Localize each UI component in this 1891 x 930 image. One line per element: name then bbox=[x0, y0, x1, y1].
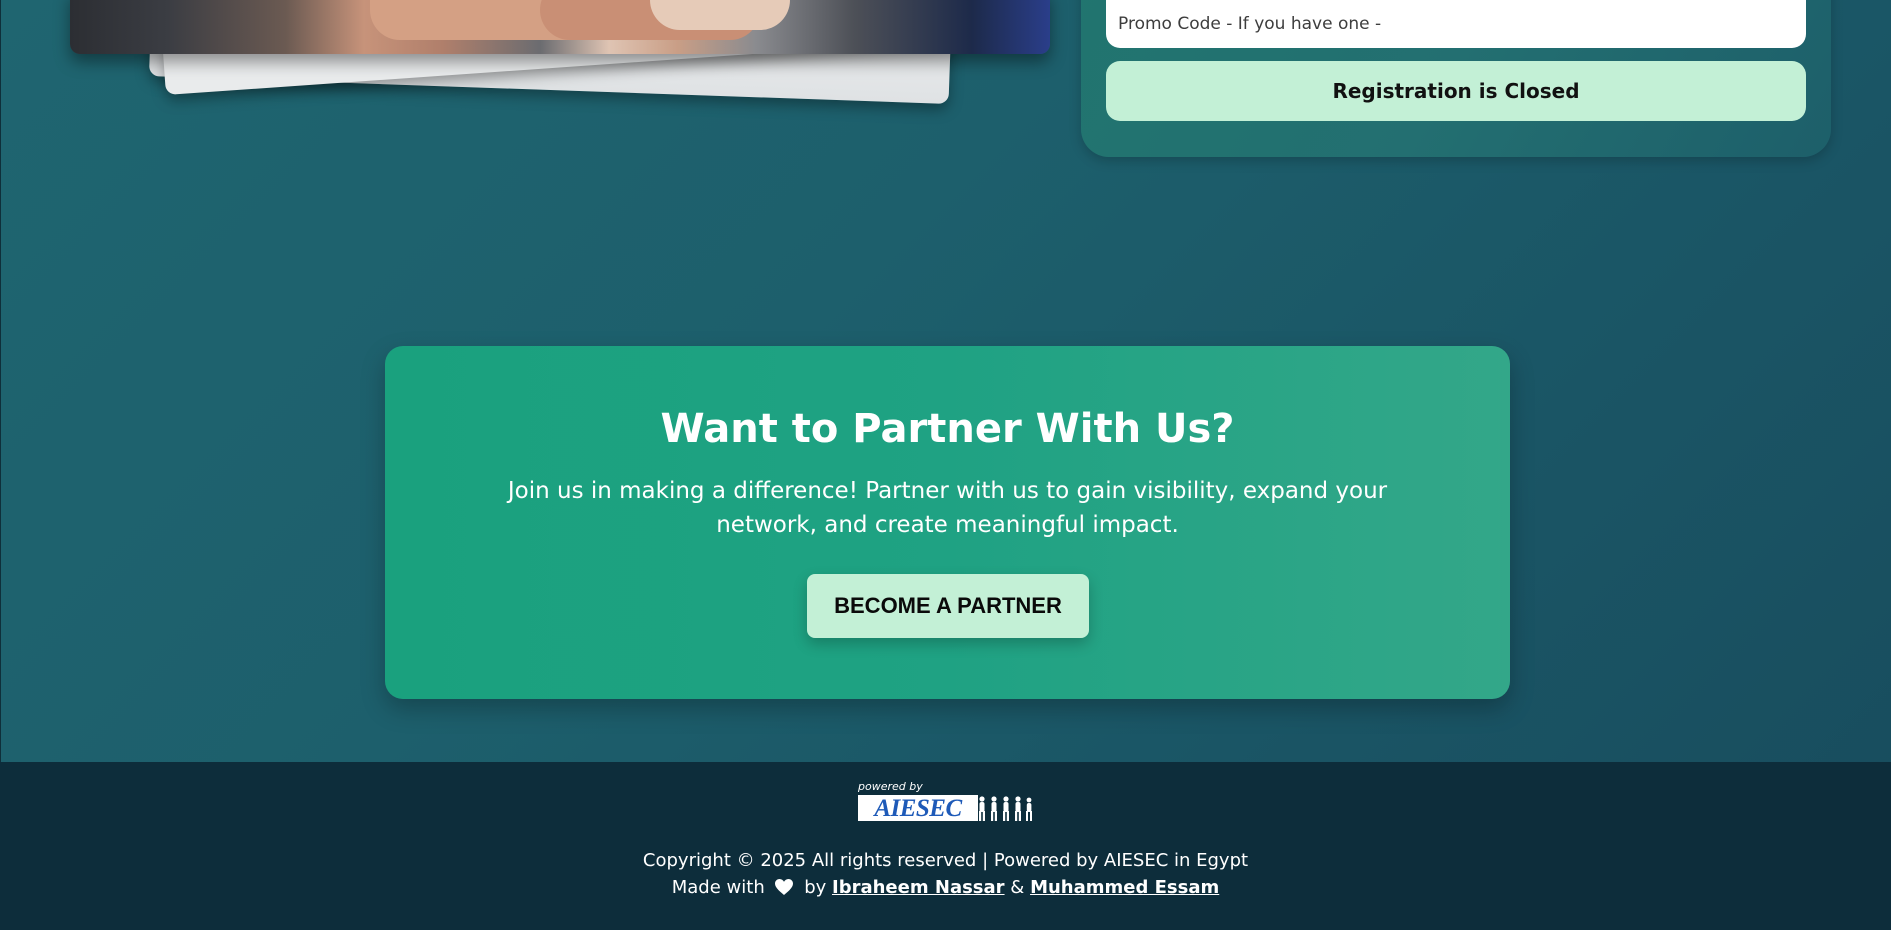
heart-icon bbox=[775, 879, 794, 895]
author-link-ibraheem[interactable]: Ibraheem Nassar bbox=[832, 877, 1005, 898]
footer: powered by AIESEC Copyright © 2025 All r… bbox=[0, 762, 1891, 930]
become-partner-button[interactable]: BECOME A PARTNER bbox=[807, 574, 1089, 638]
registration-closed-button[interactable]: Registration is Closed bbox=[1106, 61, 1806, 121]
author-link-muhammed[interactable]: Muhammed Essam bbox=[1030, 877, 1219, 898]
page-background: Registration is Closed Want to Partner W… bbox=[0, 0, 1891, 762]
ampersand: & bbox=[1010, 877, 1025, 898]
people-silhouette-icon bbox=[979, 796, 1032, 821]
aiesec-logo[interactable]: powered by AIESEC bbox=[858, 780, 1034, 822]
logo-wordmark: AIESEC bbox=[858, 795, 978, 822]
event-photo bbox=[70, 0, 1050, 54]
by-label: by bbox=[804, 877, 827, 898]
logo-powered-by: powered by bbox=[858, 780, 923, 793]
logo-mark: AIESEC bbox=[858, 795, 1034, 822]
partner-description: Join us in making a difference! Partner … bbox=[507, 478, 1388, 538]
made-with-label: Made with bbox=[671, 877, 765, 898]
credits-line: Made with by Ibraheem Nassar & Muhammed … bbox=[0, 877, 1891, 898]
copyright-text: Copyright © 2025 All rights reserved | P… bbox=[642, 850, 1249, 871]
promo-code-input[interactable] bbox=[1106, 0, 1806, 48]
partner-card: Want to Partner With Us? Join us in maki… bbox=[385, 346, 1510, 699]
partner-title: Want to Partner With Us? bbox=[660, 406, 1235, 452]
